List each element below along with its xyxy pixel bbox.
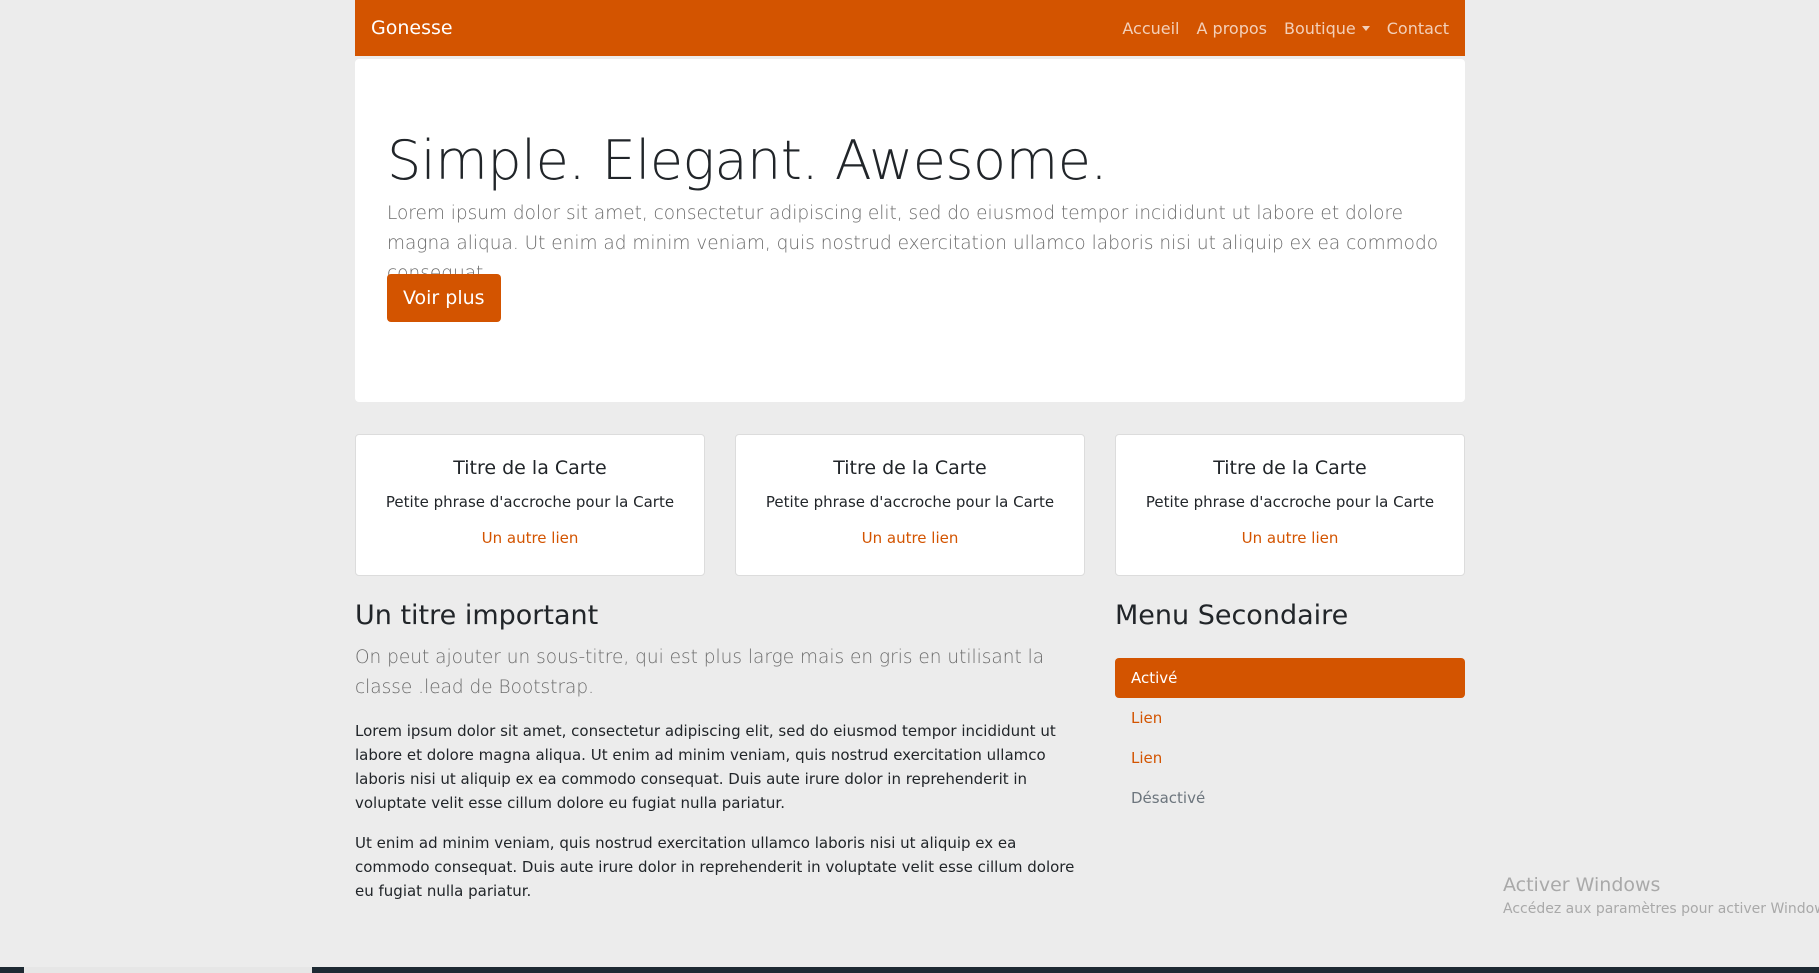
card-title: Titre de la Carte: [1213, 457, 1367, 479]
nav-links: Accueil A propos Boutique Contact: [1105, 19, 1449, 38]
card-link[interactable]: Un autre lien: [482, 529, 579, 547]
main-paragraph: Lorem ipsum dolor sit amet, consectetur …: [355, 722, 1056, 812]
card: Titre de la Carte Petite phrase d'accroc…: [1115, 434, 1465, 576]
voir-plus-button[interactable]: Voir plus: [387, 274, 501, 322]
card-title: Titre de la Carte: [453, 457, 607, 479]
main-lead: On peut ajouter un sous-titre, qui est p…: [355, 647, 1045, 698]
jumbotron-title: Simple. Elegant. Awesome.: [387, 129, 1108, 192]
jumbotron-lead: Lorem ipsum dolor sit amet, consectetur …: [387, 203, 1439, 284]
menu-item-active[interactable]: Activé: [1115, 658, 1465, 698]
card: Titre de la Carte Petite phrase d'accroc…: [355, 434, 705, 576]
card-link[interactable]: Un autre lien: [862, 529, 959, 547]
nav-link-accueil[interactable]: Accueil: [1122, 19, 1179, 38]
card-link[interactable]: Un autre lien: [1242, 529, 1339, 547]
taskbar-strip-segment: [24, 967, 312, 973]
nav-link-boutique-label: Boutique: [1283, 18, 1356, 38]
main-paragraph: Ut enim ad minim veniam, quis nostrud ex…: [355, 834, 1075, 900]
nav-link-contact[interactable]: Contact: [1387, 19, 1449, 38]
menu-item-disabled: Désactivé: [1131, 789, 1206, 807]
main-title: Un titre important: [355, 600, 599, 631]
card: Titre de la Carte Petite phrase d'accroc…: [735, 434, 1085, 576]
sidebar-title: Menu Secondaire: [1115, 600, 1349, 631]
card-text: Petite phrase d'accroche pour la Carte: [765, 493, 1055, 511]
card-text: Petite phrase d'accroche pour la Carte: [385, 493, 675, 511]
caret-down-icon: [1361, 25, 1370, 31]
windows-watermark-subtitle: Accédez aux paramètres pour activer Wind…: [1503, 901, 1819, 917]
jumbotron: Simple. Elegant. Awesome. Lorem ipsum do…: [355, 59, 1465, 402]
menu-item-lien[interactable]: Lien: [1115, 738, 1465, 778]
card-text: Petite phrase d'accroche pour la Carte: [1145, 493, 1435, 511]
navbar: Gonesse Accueil A propos Boutique Contac…: [355, 0, 1465, 56]
nav-link-a-propos[interactable]: A propos: [1197, 19, 1267, 38]
windows-watermark-title: Activer Windows: [1503, 874, 1661, 896]
menu-item-lien[interactable]: Lien: [1115, 698, 1465, 738]
nav-link-boutique[interactable]: Boutique: [1284, 19, 1370, 38]
secondary-menu: Activé Lien Lien Désactivé: [1115, 658, 1465, 818]
navbar-brand[interactable]: Gonesse: [371, 17, 453, 39]
card-title: Titre de la Carte: [833, 457, 987, 479]
